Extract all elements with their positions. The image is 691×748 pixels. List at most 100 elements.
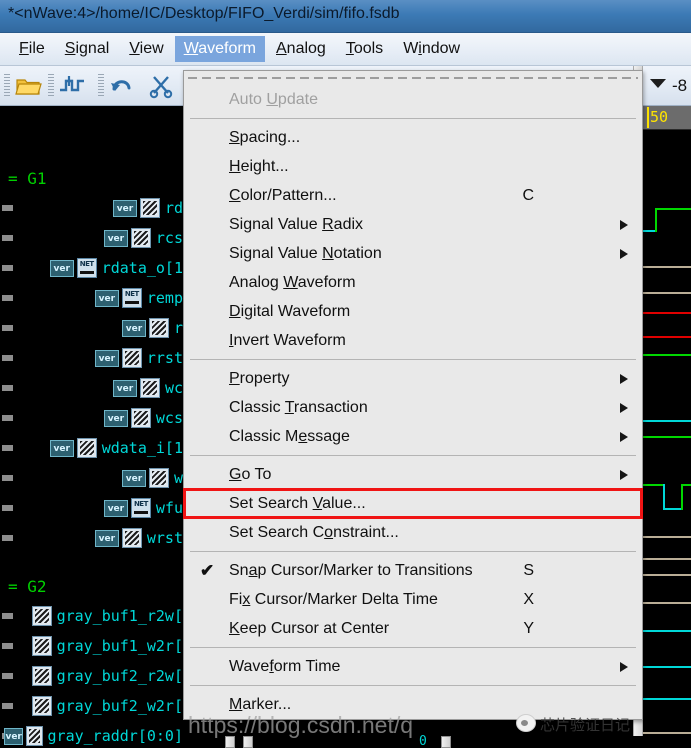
signal-row[interactable]: ver rd [108, 194, 183, 222]
menu-item-classic-message[interactable]: Classic Message [184, 422, 642, 451]
menu-view[interactable]: View [120, 36, 172, 62]
bottom-value-0: 0 [419, 734, 427, 748]
menu-separator [190, 455, 636, 456]
net-icon [130, 498, 151, 518]
menu-waveform[interactable]: Waveform [174, 36, 265, 62]
signal-row[interactable]: ver remp [78, 284, 183, 312]
menu-item-label: Invert Waveform [229, 332, 346, 349]
signal-row[interactable]: ver wrst [78, 524, 183, 552]
menu-tearoff-handle[interactable] [188, 73, 638, 84]
verilog-badge-icon: ver [103, 409, 128, 427]
menu-file[interactable]: File [10, 36, 54, 62]
signal-name: w [173, 469, 183, 487]
signal-name: gray_buf2_r2w[ [56, 667, 183, 685]
signal-row[interactable]: ver wcs [78, 404, 183, 432]
signal-group-header[interactable]: = G2 [8, 574, 47, 598]
menu-item-analog-waveform[interactable]: Analog Waveform [184, 268, 642, 297]
submenu-arrow-icon [620, 249, 628, 259]
signal-name: rcs [155, 229, 183, 247]
add-signal-icon[interactable] [58, 73, 86, 99]
signal-row[interactable]: gray_buf1_w2r[ [4, 632, 183, 660]
signal-row[interactable]: ver gray_raddr[0:0] [4, 722, 183, 748]
signal-row[interactable]: ver w [112, 464, 183, 492]
row-tick [2, 475, 13, 481]
menu-item-shortcut: C [522, 187, 534, 204]
signal-row[interactable]: gray_buf1_r2w[ [4, 602, 183, 630]
signal-name: wrst [146, 529, 183, 547]
menu-item-set-search-value[interactable]: Set Search Value... [183, 488, 643, 519]
menu-tools[interactable]: Tools [337, 36, 392, 62]
signal-row[interactable]: gray_buf2_r2w[ [4, 662, 183, 690]
signal-row[interactable]: gray_buf2_w2r[ [4, 692, 183, 720]
signal-icon [121, 348, 142, 368]
signal-row[interactable]: ver rdata_o[1 [22, 254, 183, 282]
signal-icon [26, 726, 43, 746]
menu-item-fix-cursor-marker-delta-time[interactable]: Fix Cursor/Marker Delta Time X [184, 585, 642, 614]
open-file-icon[interactable] [14, 73, 42, 99]
menu-item-height[interactable]: Height... [184, 152, 642, 181]
signal-icon [31, 666, 52, 686]
signal-name: wdata_i[1 [101, 439, 183, 457]
row-tick [2, 385, 13, 391]
menu-item-label: Signal Value Radix [229, 216, 364, 233]
menu-signal[interactable]: Signal [56, 36, 118, 62]
row-tick [2, 355, 13, 361]
cursor-time-label: 50 [650, 108, 669, 126]
cut-icon[interactable] [148, 73, 176, 99]
hscroll-stub-2[interactable] [243, 736, 253, 748]
signal-icon [139, 378, 160, 398]
hscroll-stub-3[interactable] [441, 736, 451, 748]
signal-row[interactable]: ver wfu [88, 494, 183, 522]
verilog-badge-icon: ver [94, 349, 119, 367]
signal-row[interactable]: ver wdata_i[1 [22, 434, 183, 462]
verilog-badge-icon: ver [94, 529, 119, 547]
verilog-badge-icon: ver [103, 229, 128, 247]
menu-item-classic-transaction[interactable]: Classic Transaction [184, 393, 642, 422]
signal-group-header[interactable]: = G1 [8, 166, 47, 190]
signal-icon [31, 636, 52, 656]
verilog-badge-icon: ver [112, 199, 137, 217]
menu-item-signal-value-notation[interactable]: Signal Value Notation [184, 239, 642, 268]
waveform-menu[interactable]: Auto Update Spacing... Height... Color/Patt… [183, 70, 643, 720]
undo-icon[interactable] [108, 73, 136, 99]
hscroll-stub-1[interactable] [225, 736, 235, 748]
menu-item-label: Set Search Value... [229, 495, 366, 512]
menu-item-marker[interactable]: Marker... [184, 690, 642, 719]
time-ruler[interactable]: 50 [643, 106, 691, 130]
signal-name: gray_buf2_w2r[ [56, 697, 183, 715]
menu-item-go-to[interactable]: Go To [184, 460, 642, 489]
signal-row[interactable]: ver wc [104, 374, 183, 402]
menu-item-spacing[interactable]: Spacing... [184, 123, 642, 152]
toolbar-grip[interactable] [4, 74, 10, 98]
signal-row[interactable]: ver r [112, 314, 183, 342]
verilog-badge-icon: ver [49, 439, 74, 457]
verilog-badge-icon: ver [121, 319, 146, 337]
toolbar-grip-3[interactable] [98, 74, 104, 98]
menu-window[interactable]: Window [394, 36, 469, 62]
menu-item-property[interactable]: Property [184, 364, 642, 393]
menu-item-signal-value-radix[interactable]: Signal Value Radix [184, 210, 642, 239]
row-tick [2, 325, 13, 331]
waveform-traces[interactable] [643, 106, 691, 748]
verilog-badge-icon: ver [112, 379, 137, 397]
menu-item-set-search-constraint[interactable]: Set Search Constraint... [184, 518, 642, 547]
menu-analog[interactable]: Analog [267, 36, 335, 62]
menu-item-label: Signal Value Notation [229, 245, 382, 262]
menu-item-digital-waveform[interactable]: Digital Waveform [184, 297, 642, 326]
signal-row[interactable]: ver rcs [78, 224, 183, 252]
verilog-badge-icon: ver [103, 499, 128, 517]
toolbar-grip-2[interactable] [48, 74, 54, 98]
signal-row[interactable]: ver rrst [78, 344, 183, 372]
menu-item-label: Marker... [229, 696, 292, 713]
zoom-dropdown-arrow[interactable] [650, 79, 666, 88]
submenu-arrow-icon [620, 220, 628, 230]
submenu-arrow-icon [620, 374, 628, 384]
menu-item-waveform-time[interactable]: Waveform Time [184, 652, 642, 681]
title-bar: *<nWave:4>/home/IC/Desktop/FIFO_Verdi/si… [0, 0, 691, 33]
menu-item-label: Height... [229, 158, 289, 175]
menu-item-color-pattern[interactable]: Color/Pattern... C [184, 181, 642, 210]
menu-item-keep-cursor-at-center[interactable]: Keep Cursor at Center Y [184, 614, 642, 643]
signal-icon [121, 528, 142, 548]
menu-item-invert-waveform[interactable]: Invert Waveform [184, 326, 642, 355]
menu-item-snap-cursor-marker-to-transitions[interactable]: ✔ Snap Cursor/Marker to Transitions S [184, 556, 642, 585]
